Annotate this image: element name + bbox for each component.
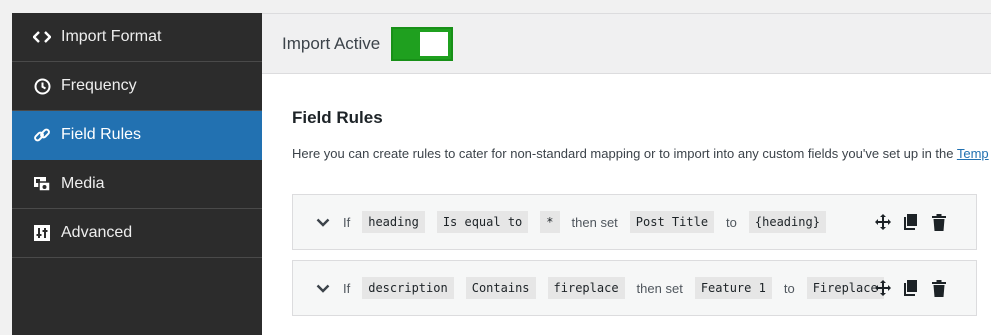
toggle-knob (420, 31, 449, 56)
rule-field: description (362, 277, 454, 299)
sidebar-item-media[interactable]: Media (12, 160, 262, 209)
app-root: Import Format Frequency Field Rules Medi… (0, 0, 991, 335)
rule-target: Feature 1 (694, 277, 772, 299)
field-rule-row: If heading Is equal to * then set Post T… (292, 194, 977, 250)
sidebar-item-import-format[interactable]: Import Format (12, 13, 262, 62)
rule-actions (864, 195, 948, 249)
sidebar-item-frequency[interactable]: Frequency (12, 62, 262, 111)
trash-icon[interactable] (930, 213, 948, 231)
sidebar-item-label: Field Rules (61, 126, 142, 143)
to-text: to (783, 280, 795, 296)
rule-value: * (540, 211, 560, 233)
main-panel: Import Active Field Rules Here you can c… (262, 13, 991, 335)
rule-actions (864, 261, 948, 315)
code-icon (32, 27, 52, 47)
field-rule-row: If description Contains fireplace then s… (292, 260, 977, 316)
rule-condition: Contains (465, 277, 536, 299)
duplicate-icon[interactable] (902, 279, 920, 297)
rule-value: fireplace (547, 277, 625, 299)
sidebar-item-field-rules[interactable]: Field Rules (12, 111, 262, 160)
trash-icon[interactable] (930, 279, 948, 297)
description-text: Here you can create rules to cater for n… (292, 146, 957, 161)
chevron-down-icon[interactable] (315, 214, 331, 230)
link-icon (32, 125, 52, 145)
import-active-toggle[interactable] (391, 26, 454, 61)
advanced-icon (32, 223, 52, 243)
if-text: If (343, 214, 351, 230)
sidebar-item-label: Media (61, 175, 105, 192)
section-description: Here you can create rules to cater for n… (292, 146, 991, 161)
rule-field: heading (362, 211, 425, 233)
if-text: If (343, 280, 351, 296)
rule-condition: Is equal to (436, 211, 529, 233)
section-title: Field Rules (292, 108, 383, 127)
rule-target: Post Title (629, 211, 715, 233)
clock-icon (32, 76, 52, 96)
import-active-label: Import Active (282, 33, 381, 53)
to-text: to (726, 214, 737, 230)
duplicate-icon[interactable] (902, 213, 920, 231)
sidebar-item-advanced[interactable]: Advanced (12, 209, 262, 258)
sidebar-item-label: Import Format (61, 28, 162, 45)
sidebar: Import Format Frequency Field Rules Medi… (12, 13, 262, 335)
sidebar-item-label: Advanced (61, 224, 133, 241)
move-icon[interactable] (874, 213, 892, 231)
move-icon[interactable] (874, 279, 892, 297)
then-set-text: then set (571, 214, 618, 230)
media-icon (32, 174, 52, 194)
top-strip (0, 0, 991, 13)
templates-link[interactable]: Temp (957, 146, 989, 161)
header-bar: Import Active (262, 14, 991, 74)
then-set-text: then set (636, 280, 683, 296)
rule-result: {heading} (748, 211, 826, 233)
sidebar-item-label: Frequency (61, 77, 137, 94)
chevron-down-icon[interactable] (315, 280, 331, 296)
